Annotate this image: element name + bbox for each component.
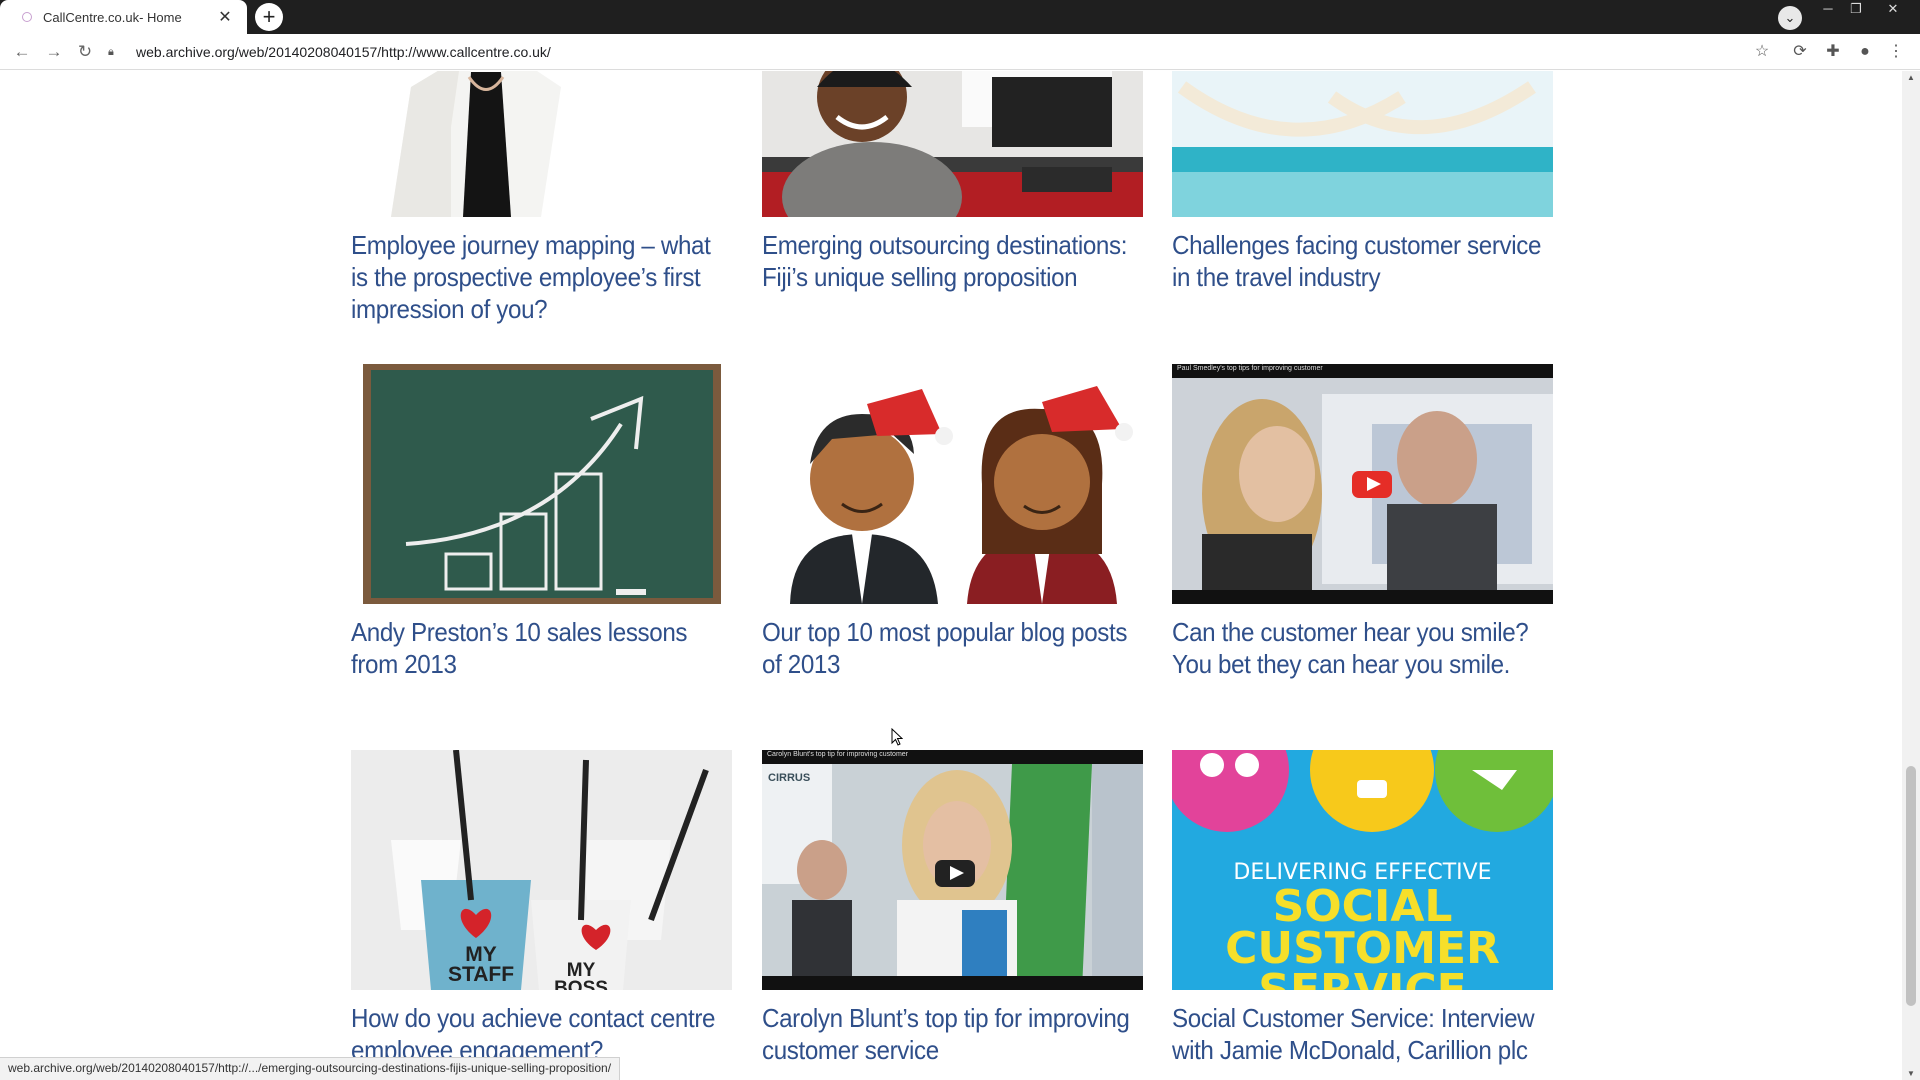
video-caption: Paul Smedley's top tips for improving cu… (1177, 365, 1323, 372)
booth-sign: CIRRUS (768, 772, 811, 784)
article-card[interactable]: Paul Smedley's top tips for improving cu… (1172, 364, 1553, 680)
article-card[interactable]: Challenges facing customer service in th… (1172, 71, 1553, 293)
video-thumbnail[interactable]: Paul Smedley's top tips for improving cu… (1172, 364, 1553, 604)
address-bar[interactable]: 🔒︎ web.archive.org/web/20140208040157/ht… (108, 36, 1760, 68)
mug-text-boss: MY BOSS (554, 960, 608, 990)
article-image[interactable] (1172, 71, 1553, 217)
url-text: web.archive.org/web/20140208040157/http:… (136, 44, 551, 60)
article-image[interactable] (762, 364, 1143, 604)
article-title[interactable]: Carolyn Blunt’s top tip for improving cu… (762, 1002, 1143, 1066)
sync-icon[interactable]: ⟳ (1790, 42, 1810, 62)
article-card[interactable]: MY STAFF MY BOSS How do you achieve contac… (351, 750, 732, 1066)
page-scrollbar[interactable]: ▲ ▼ (1902, 71, 1920, 1080)
article-title[interactable]: Can the customer hear you smile? You bet… (1172, 616, 1553, 680)
menu-icon[interactable]: ⋮ (1886, 42, 1906, 62)
article-card[interactable]: Our top 10 most popular blog posts of 20… (762, 364, 1143, 680)
browser-toolbar: ← → ↻ 🔒︎ web.archive.org/web/20140208040… (0, 34, 1920, 70)
lock-icon: 🔒︎ (108, 45, 114, 58)
tab-title: CallCentre.co.uk- Home (43, 9, 182, 25)
window-close-icon[interactable]: ✕ (1880, 0, 1906, 18)
article-title[interactable]: Emerging outsourcing destinations: Fiji’… (762, 229, 1143, 293)
mug-text-staff: MY STAFF (447, 943, 515, 986)
article-card[interactable]: Andy Preston’s 10 sales lessons from 201… (351, 364, 732, 680)
reload-icon[interactable]: ↻ (73, 40, 97, 64)
tab-close-icon[interactable]: ✕ (217, 7, 233, 27)
star-icon[interactable]: ☆ (1752, 42, 1772, 62)
article-title[interactable]: Challenges facing customer service in th… (1172, 229, 1553, 293)
status-bar-url: web.archive.org/web/20140208040157/http:… (0, 1057, 621, 1080)
graphic-headline: SOCIAL CUSTOMER SERVICE (1225, 881, 1500, 991)
video-thumbnail[interactable]: Carolyn Blunt's top tip for improving cu… (762, 750, 1143, 990)
article-title[interactable]: Andy Preston’s 10 sales lessons from 201… (351, 616, 732, 680)
article-card[interactable]: Employee journey mapping – what is the p… (351, 71, 732, 325)
restore-icon[interactable]: ❐ (1843, 0, 1869, 18)
article-image[interactable] (762, 71, 1143, 217)
tab-search-icon[interactable]: ⌄ (1778, 6, 1802, 30)
scroll-down-icon[interactable]: ▼ (1902, 1069, 1920, 1078)
article-image[interactable] (351, 71, 732, 217)
article-title[interactable]: Our top 10 most popular blog posts of 20… (762, 616, 1143, 680)
tab-callcentre[interactable]: CallCentre.co.uk- Home ✕ (0, 0, 247, 34)
new-tab-button[interactable]: + (255, 3, 283, 31)
article-image[interactable] (351, 364, 732, 604)
video-caption: Carolyn Blunt's top tip for improving cu… (767, 751, 909, 758)
back-icon[interactable]: ← (10, 40, 34, 64)
article-image[interactable]: DELIVERING EFFECTIVE SOCIAL CUSTOMER SER… (1172, 750, 1553, 990)
article-title[interactable]: Employee journey mapping – what is the p… (351, 229, 732, 325)
mouse-cursor-icon (891, 728, 903, 746)
profile-icon[interactable]: ● (1855, 42, 1875, 62)
article-card[interactable]: Emerging outsourcing destinations: Fiji’… (762, 71, 1143, 293)
article-card[interactable]: DELIVERING EFFECTIVE SOCIAL CUSTOMER SER… (1172, 750, 1553, 1066)
article-image[interactable]: MY STAFF MY BOSS (351, 750, 732, 990)
scroll-up-icon[interactable]: ▲ (1902, 73, 1920, 82)
extensions-icon[interactable]: ✚ (1823, 42, 1843, 62)
scrollbar-thumb[interactable] (1906, 766, 1916, 1006)
favicon-icon (22, 12, 32, 22)
article-card[interactable]: Carolyn Blunt's top tip for improving cu… (762, 750, 1143, 1066)
article-title[interactable]: Social Customer Service: Interview with … (1172, 1002, 1553, 1066)
tab-strip: CallCentre.co.uk- Home ✕ + ⌄ ─ ❐ ✕ (0, 0, 1920, 34)
page-viewport: Employee journey mapping – what is the p… (0, 71, 1902, 1080)
forward-icon[interactable]: → (42, 40, 66, 64)
minimize-icon[interactable]: ─ (1815, 0, 1841, 18)
